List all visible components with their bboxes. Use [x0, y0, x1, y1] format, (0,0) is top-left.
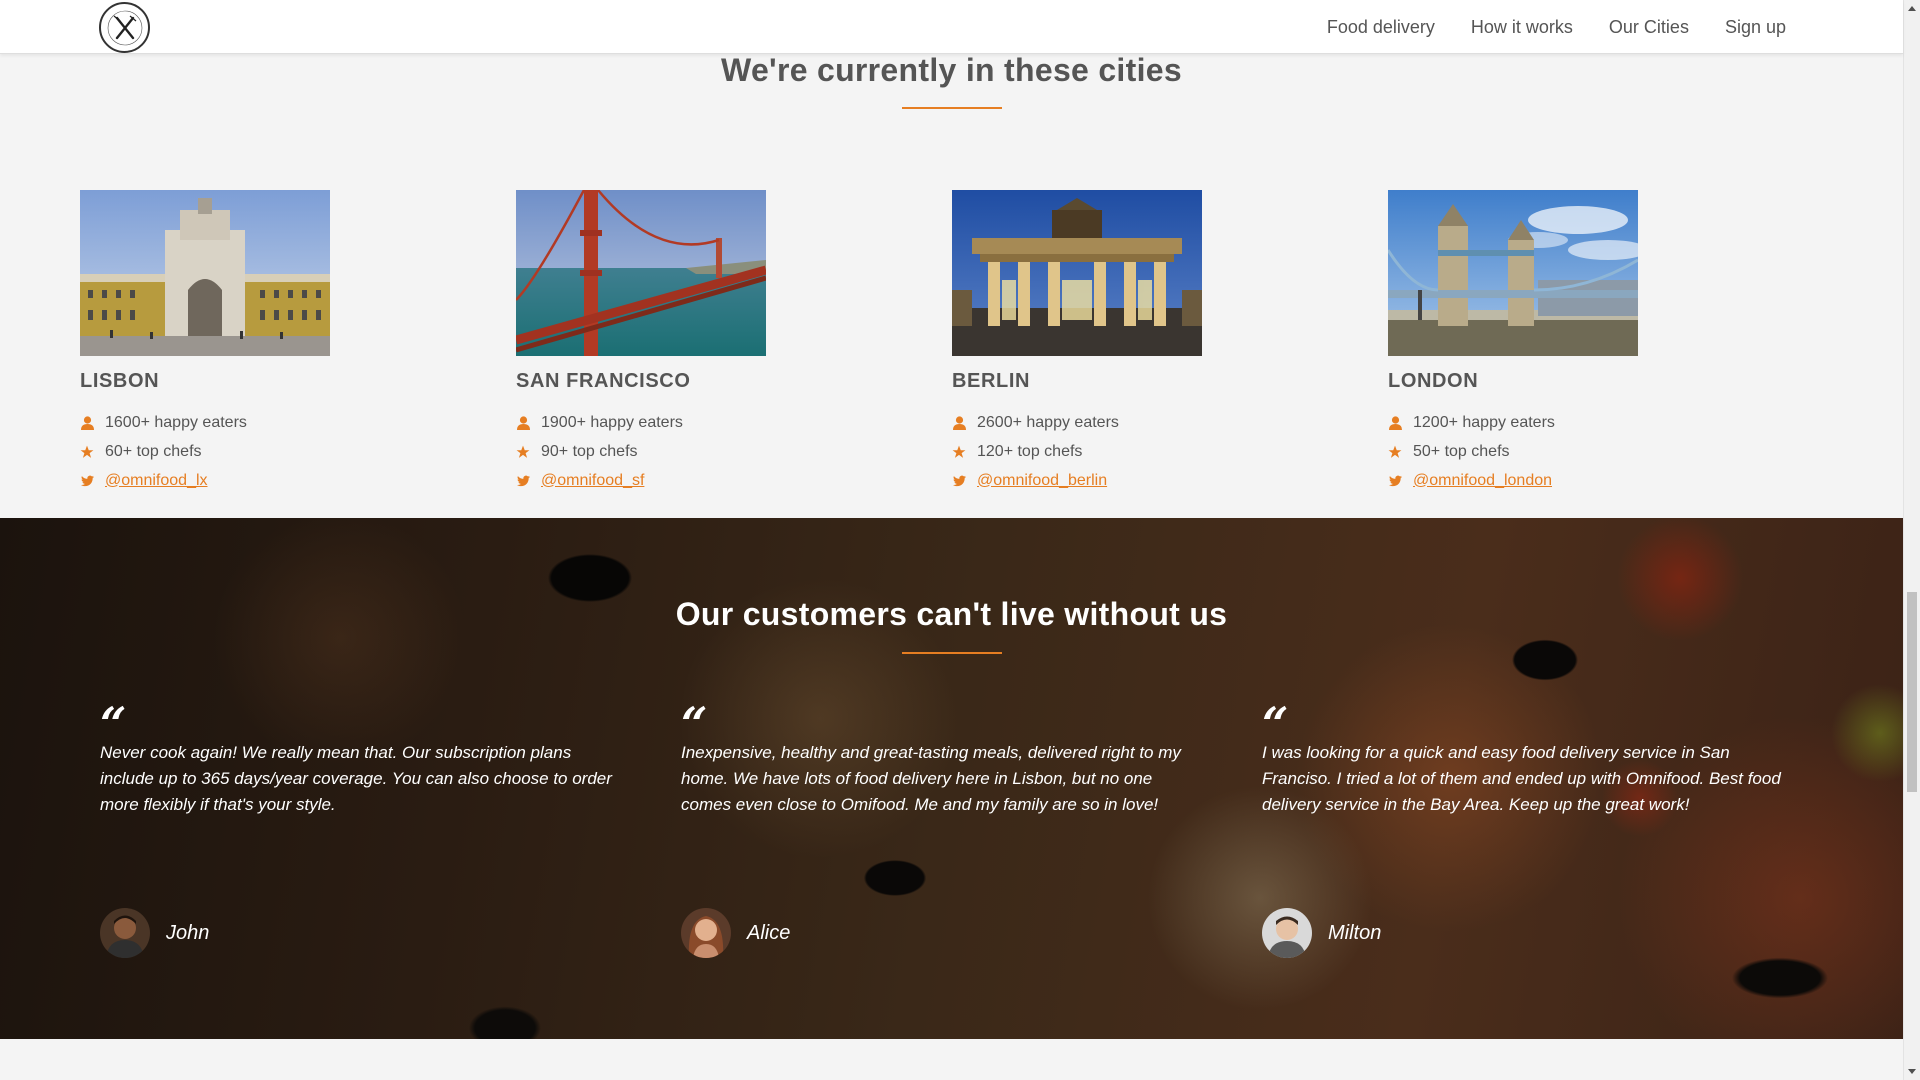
testimonial-author: John — [100, 908, 209, 958]
person-icon — [516, 415, 530, 430]
nav-link-how-it-works[interactable]: How it works — [1471, 17, 1573, 38]
city-twitter: @omnifood_london — [1388, 471, 1688, 490]
city-eaters-text: 1600+ happy eaters — [105, 413, 247, 431]
city-eaters: 2600+ happy eaters — [952, 413, 1252, 432]
city-name: San Francisco — [516, 370, 691, 392]
testimonial-text: Inexpensive, healthy and great-tasting m… — [681, 743, 1181, 814]
author-name: Milton — [1328, 921, 1382, 944]
cities-title: We're currently in these cities — [721, 52, 1182, 88]
person-icon — [80, 415, 94, 430]
city-eaters: 1600+ happy eaters — [80, 413, 380, 432]
cities-title-underline — [902, 107, 1002, 109]
main-nav: Food delivery How it works Our Cities Si… — [1291, 0, 1786, 54]
twitter-icon — [1388, 474, 1402, 488]
testimonials-title-underline — [902, 652, 1002, 654]
twitter-icon — [516, 474, 530, 488]
star-icon — [80, 445, 94, 459]
testimonials-section: Our customers can't live without us “ Ne… — [0, 518, 1903, 1039]
city-eaters: 1900+ happy eaters — [516, 413, 816, 432]
city-twitter: @omnifood_sf — [516, 471, 816, 490]
city-chefs: 90+ top chefs — [516, 442, 816, 461]
nav-link-sign-up[interactable]: Sign up — [1725, 17, 1786, 38]
city-twitter-link[interactable]: @omnifood_lx — [105, 472, 208, 490]
city-eaters-text: 2600+ happy eaters — [977, 413, 1119, 431]
quote-mark-icon: “ — [681, 697, 708, 751]
city-chefs-text: 60+ top chefs — [105, 442, 202, 460]
nav-link-our-cities[interactable]: Our Cities — [1609, 17, 1689, 38]
star-icon — [516, 445, 530, 459]
testimonial-text: Never cook again! We really mean that. O… — [100, 743, 612, 814]
cities-section: We're currently in these cities Lisbon — [0, 0, 1903, 518]
scroll-up-arrow-icon[interactable] — [1908, 6, 1916, 11]
testimonial-author: Milton — [1262, 908, 1381, 958]
city-card-lisbon: Lisbon 1600+ happy eaters 60+ top chefs … — [80, 190, 380, 490]
star-icon — [952, 445, 966, 459]
city-chefs-text: 50+ top chefs — [1413, 442, 1510, 460]
author-name: Alice — [747, 921, 791, 944]
scrollbar-thumb[interactable] — [1907, 592, 1917, 792]
city-chefs: 120+ top chefs — [952, 442, 1252, 461]
city-chefs: 50+ top chefs — [1388, 442, 1688, 461]
avatar — [681, 908, 731, 958]
testimonials-title: Our customers can't live without us — [675, 596, 1228, 632]
fork-knife-icon — [107, 10, 142, 45]
scroll-down-arrow-icon[interactable] — [1908, 1069, 1916, 1074]
testimonial-author: Alice — [681, 908, 790, 958]
author-name: John — [166, 921, 210, 944]
star-icon — [1388, 445, 1402, 459]
sticky-nav: Food delivery How it works Our Cities Si… — [0, 0, 1903, 54]
lisbon-photo — [80, 190, 330, 356]
city-card-london: London 1200+ happy eaters 50+ top chefs … — [1388, 190, 1688, 490]
twitter-icon — [952, 474, 966, 488]
testimonial-quote: “ Inexpensive, healthy and great-tasting… — [681, 697, 1201, 818]
city-twitter-link[interactable]: @omnifood_sf — [541, 472, 644, 490]
city-chefs-text: 120+ top chefs — [977, 442, 1083, 460]
quote-mark-icon: “ — [100, 697, 127, 751]
twitter-icon — [80, 474, 94, 488]
san-francisco-photo — [516, 190, 766, 356]
city-card-berlin: Berlin 2600+ happy eaters 120+ top chefs… — [952, 190, 1252, 490]
city-chefs-text: 90+ top chefs — [541, 442, 638, 460]
city-eaters: 1200+ happy eaters — [1388, 413, 1688, 432]
testimonial-text: I was looking for a quick and easy food … — [1262, 743, 1781, 814]
testimonial-quote: “ Never cook again! We really mean that.… — [100, 697, 620, 818]
city-card-san-francisco: San Francisco 1900+ happy eaters 90+ top… — [516, 190, 816, 490]
city-eaters-text: 1200+ happy eaters — [1413, 413, 1555, 431]
person-icon — [952, 415, 966, 430]
city-twitter-link[interactable]: @omnifood_berlin — [977, 472, 1107, 490]
person-icon — [1388, 415, 1402, 430]
avatar — [1262, 908, 1312, 958]
omnifood-logo[interactable] — [99, 2, 150, 53]
city-name: Lisbon — [80, 370, 160, 392]
page-scrollbar[interactable] — [1903, 0, 1920, 1080]
avatar — [100, 908, 150, 958]
testimonial-quote: “ I was looking for a quick and easy foo… — [1262, 697, 1782, 818]
city-name: London — [1388, 370, 1479, 392]
city-chefs: 60+ top chefs — [80, 442, 380, 461]
city-eaters-text: 1900+ happy eaters — [541, 413, 683, 431]
quote-mark-icon: “ — [1262, 697, 1289, 751]
london-photo — [1388, 190, 1638, 356]
next-section-top — [0, 1039, 1903, 1080]
berlin-photo — [952, 190, 1202, 356]
nav-link-food-delivery[interactable]: Food delivery — [1327, 17, 1435, 38]
city-twitter-link[interactable]: @omnifood_london — [1413, 472, 1552, 490]
city-twitter: @omnifood_lx — [80, 471, 380, 490]
city-twitter: @omnifood_berlin — [952, 471, 1252, 490]
city-name: Berlin — [952, 370, 1031, 392]
